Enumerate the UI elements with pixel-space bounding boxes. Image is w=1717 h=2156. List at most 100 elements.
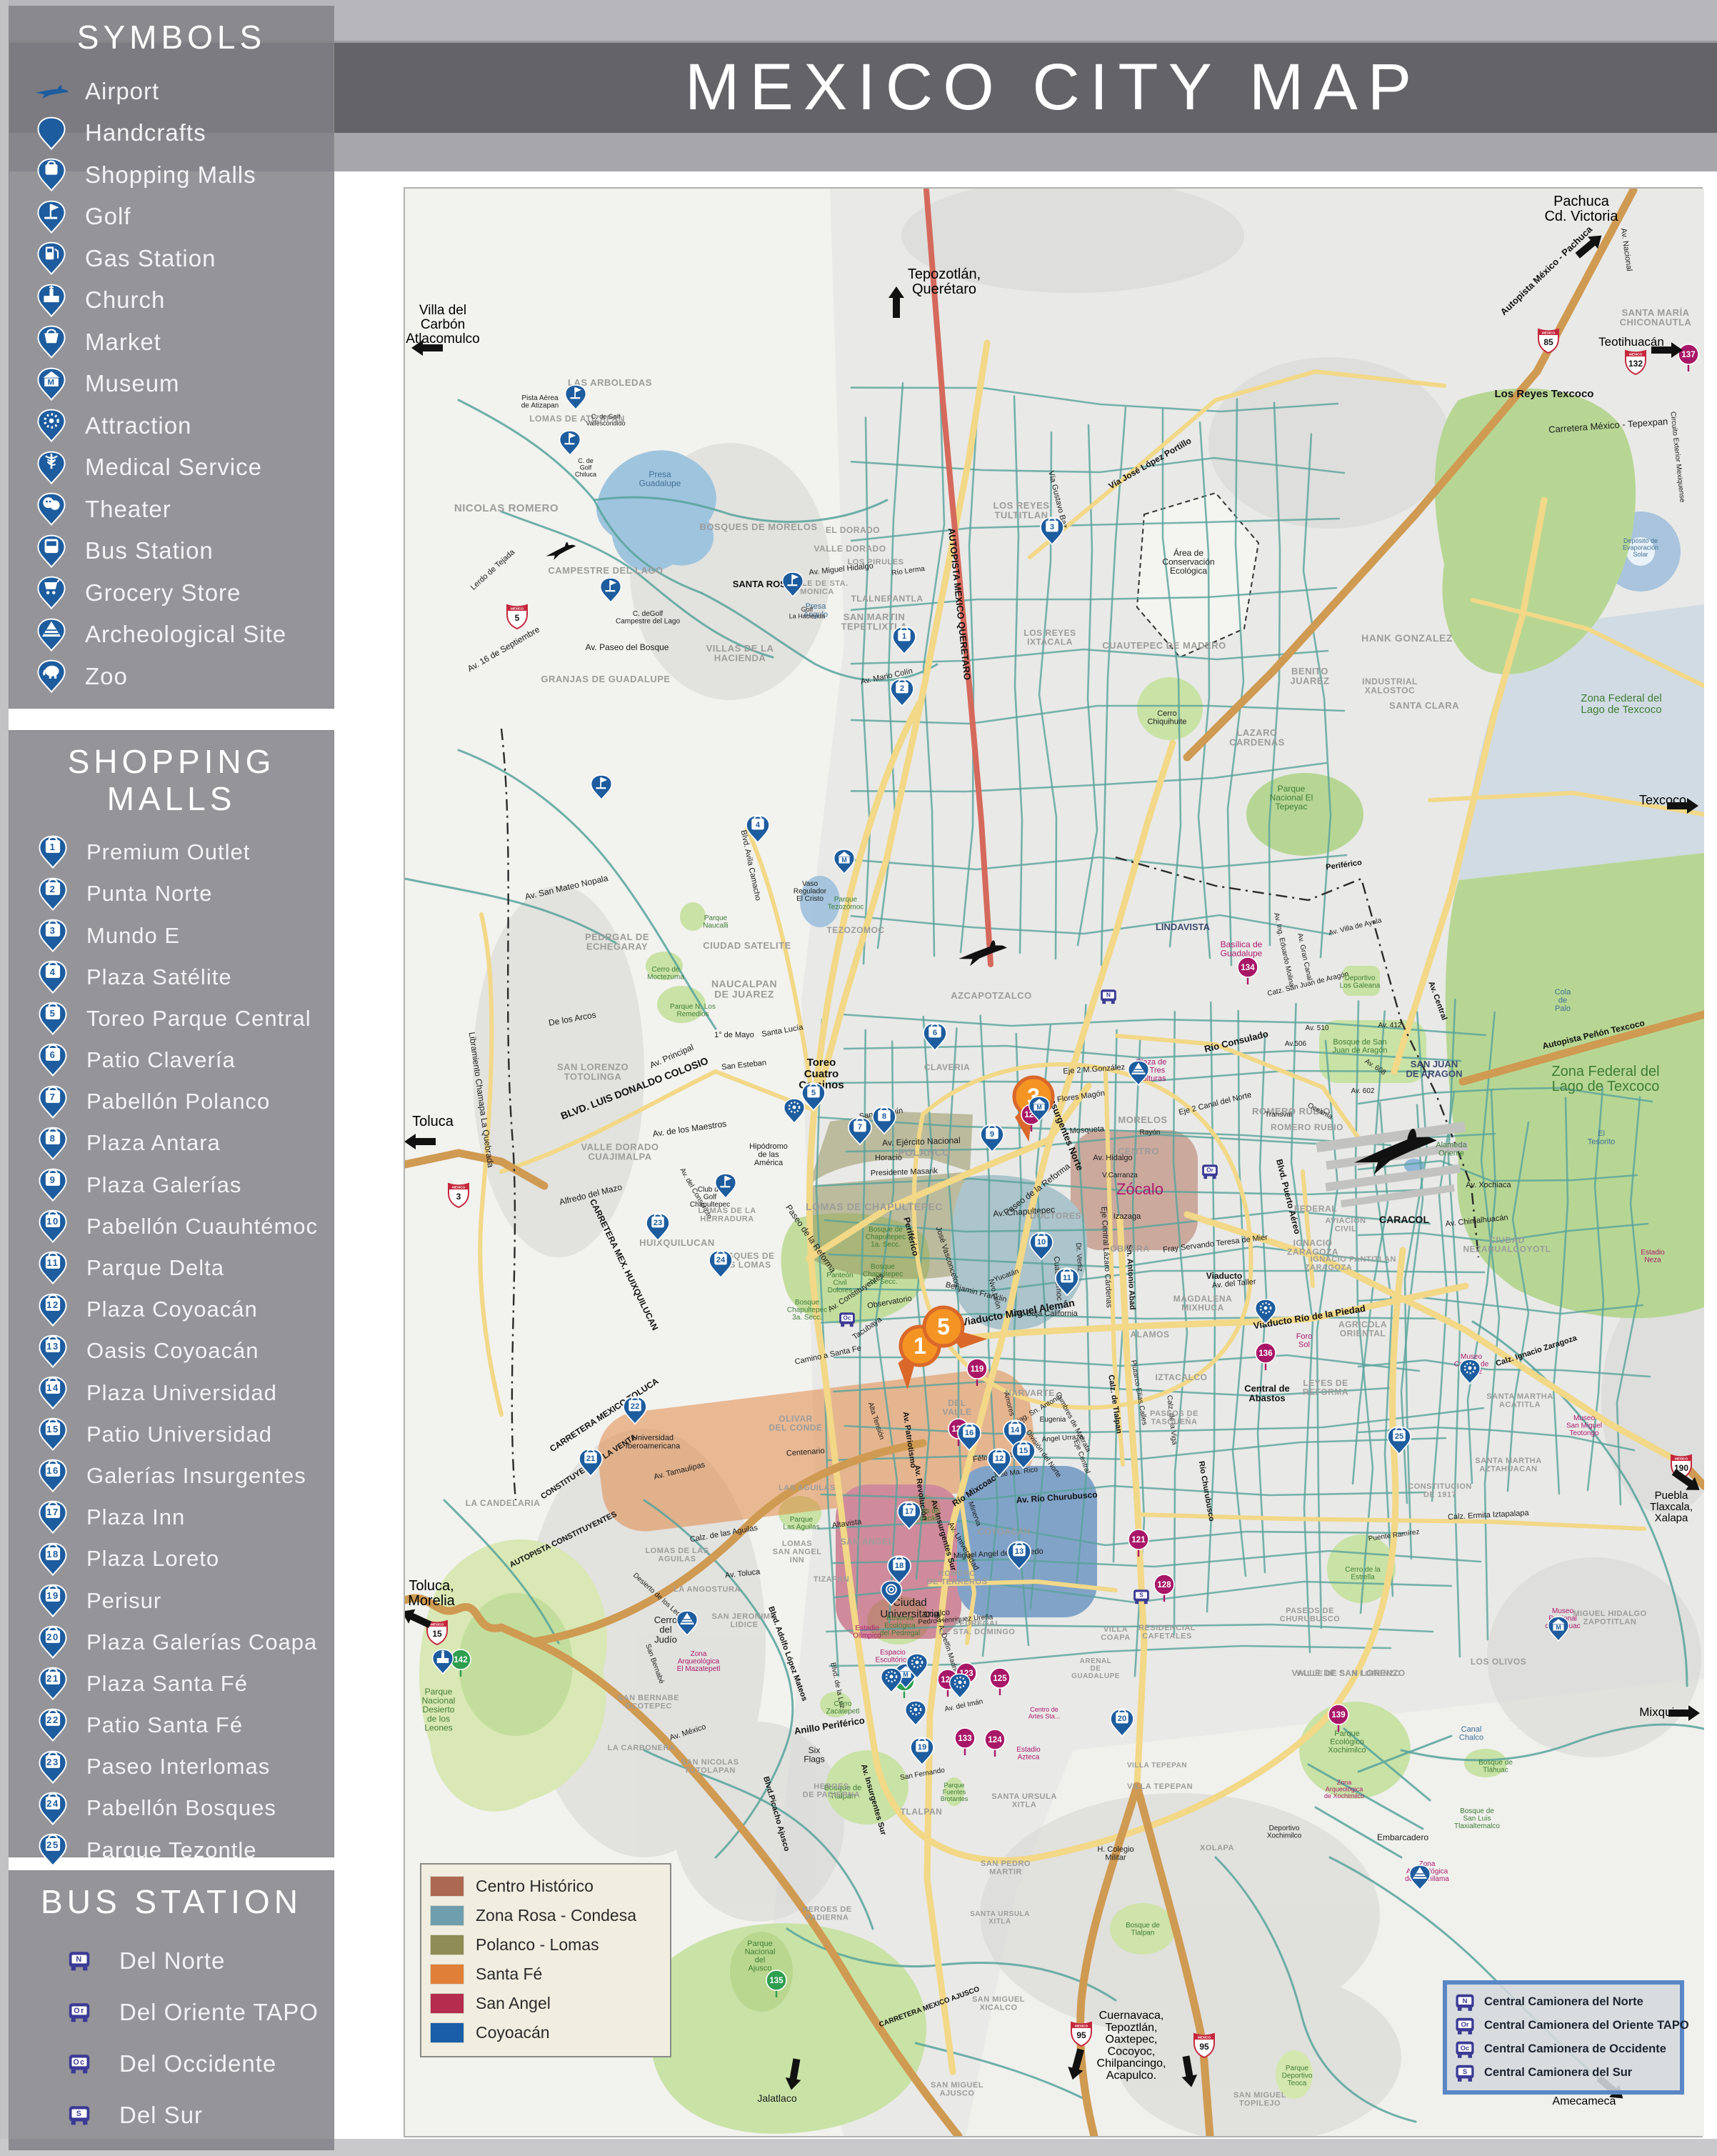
mall-item: 3 Mundo E: [9, 914, 334, 956]
symbol-icon: [29, 116, 74, 151]
svg-text:119: 119: [971, 1365, 984, 1374]
symbol-item: Medical Service: [9, 446, 334, 489]
svg-text:24: 24: [716, 1256, 726, 1264]
symbol-label: Attraction: [85, 412, 191, 439]
svg-text:MEXICO: MEXICO: [431, 1622, 444, 1626]
map-label: Av. 510: [1306, 1024, 1329, 1032]
symbol-icon: [29, 324, 74, 359]
bus-terminal-icon: Or: [51, 2000, 108, 2025]
svg-text:MEXICO: MEXICO: [1075, 2024, 1088, 2027]
mall-label: Paseo Interlomas: [86, 1754, 270, 1780]
mall-label: Oasis Coyoacán: [86, 1338, 259, 1364]
mall-label: Plaza Santa Fé: [86, 1671, 248, 1697]
terminal-label: Central Camionera del Oriente TAPO: [1484, 2019, 1689, 2032]
bus-terminal-icon: S: [1454, 2061, 1476, 2085]
mall-label: Plaza Satélite: [86, 964, 232, 990]
map-label: AGRICOLAORIENTAL: [1338, 1319, 1387, 1339]
mall-number-pin-icon: 18: [31, 1542, 75, 1577]
symbol-item: Bus Station: [9, 530, 334, 572]
map-label: SAN LORENZOTOTOLINGA: [557, 1062, 629, 1082]
svg-text:139: 139: [1331, 1711, 1345, 1720]
mall-item: 18 Plaza Loreto: [9, 1538, 334, 1579]
map-label: TEZOZOMOC: [826, 925, 884, 935]
svg-text:22: 22: [46, 1715, 59, 1725]
map-label: LEYES DEREFORMA: [1303, 1378, 1348, 1397]
map-label: NARVARTE: [1005, 1388, 1055, 1398]
mall-number-pin-icon: 11: [31, 1250, 75, 1285]
map-label: CLAVERIA: [924, 1062, 970, 1072]
mall-item: 25 Parque Tezontle: [9, 1830, 334, 1871]
svg-text:S: S: [1139, 1592, 1143, 1598]
symbol-icon: [29, 491, 74, 526]
mall-item: 12 Plaza Coyoacán: [9, 1289, 334, 1330]
map-label: Centro deArtes Sta...: [1028, 1706, 1061, 1720]
symbol-item: M Museum: [9, 363, 334, 405]
map-label: Horacio: [875, 1154, 902, 1162]
map-label: EL DORADO: [826, 525, 880, 535]
mall-number-pin-icon: 3: [31, 918, 75, 953]
map-label: DeportivoXochimilco: [1267, 1825, 1302, 1840]
map-label: Av. 412: [1378, 1022, 1402, 1029]
mall-item: 4 Plaza Satélite: [9, 957, 334, 998]
map-label: Av. 602: [1351, 1087, 1375, 1095]
mall-number-pin-icon: 2: [31, 877, 75, 912]
symbol-label: Zoo: [85, 663, 128, 690]
map-label: LINDAVISTA: [1156, 922, 1211, 932]
svg-text:132: 132: [1628, 359, 1643, 369]
svg-text:19: 19: [46, 1590, 59, 1601]
map-label: LOMAS DE CHAPULTEPEC: [806, 1201, 943, 1212]
district-color-swatch: [430, 2022, 464, 2043]
map-label: LOS PIRULES: [848, 558, 904, 567]
symbol-label: Church: [85, 286, 165, 314]
map-label: INDUSTRIALXALOSTOC: [1362, 677, 1418, 696]
mall-item: 17 Plaza Inn: [9, 1497, 334, 1538]
mall-label: Premium Outlet: [86, 839, 250, 865]
map-label: ParqueFuentesBrotantes: [941, 1782, 968, 1802]
bus-terminal-icon: Oc: [51, 2052, 108, 2076]
symbol-item: Attraction: [9, 405, 334, 447]
mall-number-pin-icon: 6: [31, 1042, 75, 1077]
symbol-label: Market: [85, 329, 161, 356]
svg-text:N: N: [1106, 992, 1111, 998]
map-label: IGNACIOZARAGOZA: [1305, 1255, 1352, 1272]
map-label: Bosque de SanJuan de Aragón: [1332, 1038, 1387, 1055]
mall-label: Plaza Inn: [86, 1504, 185, 1530]
district-label: Polanco - Lomas: [476, 1935, 599, 1955]
map-label: VALLE DE SAN LORENZO: [1296, 1670, 1401, 1678]
symbol-item: Airport: [9, 71, 334, 113]
svg-text:S: S: [1463, 2067, 1467, 2075]
symbol-item: Gas Station: [9, 238, 334, 280]
mall-label: Plaza Universidad: [86, 1380, 277, 1406]
mall-label: Pabellón Polanco: [86, 1089, 270, 1114]
map-label: VALLE DORADOCUAJIMALPA: [581, 1142, 659, 1162]
svg-text:13: 13: [46, 1341, 59, 1352]
map-label: MORELOS: [1118, 1114, 1167, 1125]
map-label: Rayón: [1140, 1129, 1161, 1137]
svg-text:8: 8: [882, 1112, 886, 1121]
map-label: SAN JUANDE ARAGON: [1406, 1059, 1463, 1079]
svg-text:3: 3: [1050, 523, 1054, 531]
bus-station-label: Del Sur: [119, 2102, 203, 2129]
svg-text:Or: Or: [74, 2006, 84, 2015]
svg-text:23: 23: [654, 1219, 663, 1227]
shopping-malls-panel: SHOPPINGMALLS 1 Premium Outlet 2 Punta N…: [9, 730, 334, 1857]
map-label: Parque N. LosRemedios: [670, 1003, 716, 1019]
symbols-panel: SYMBOLS Airport Handcrafts Shopping Mall…: [9, 6, 334, 709]
mall-number-pin-icon: 4: [31, 959, 75, 994]
symbol-label: Airport: [85, 78, 159, 105]
map-label: PANTITLAN: [1349, 1255, 1396, 1264]
map-label: Los Reyes Texcoco: [1495, 388, 1594, 400]
svg-text:1: 1: [913, 1333, 926, 1359]
svg-text:16: 16: [46, 1465, 59, 1476]
mall-number-pin-icon: 8: [31, 1126, 75, 1161]
map-label: Av. Xochiaca: [1466, 1181, 1511, 1189]
map-label: DeportivoLos Galeana: [1340, 974, 1381, 990]
map-label: Cuernavaca,Tepoztlán,Oaxtepec,Cocoyoc,Ch…: [1097, 2010, 1166, 2082]
district-legend: Centro Histórico Zona Rosa - Condesa Pol…: [420, 1863, 671, 2057]
symbols-list: Airport Handcrafts Shopping Malls Golf G…: [9, 71, 334, 698]
page-title: MEXICO CITY MAP: [404, 50, 1703, 125]
svg-text:9: 9: [990, 1130, 994, 1139]
svg-text:14: 14: [46, 1382, 59, 1393]
mall-item: 23 Paseo Interlomas: [9, 1746, 334, 1787]
svg-text:MEXICO: MEXICO: [1675, 1457, 1688, 1460]
